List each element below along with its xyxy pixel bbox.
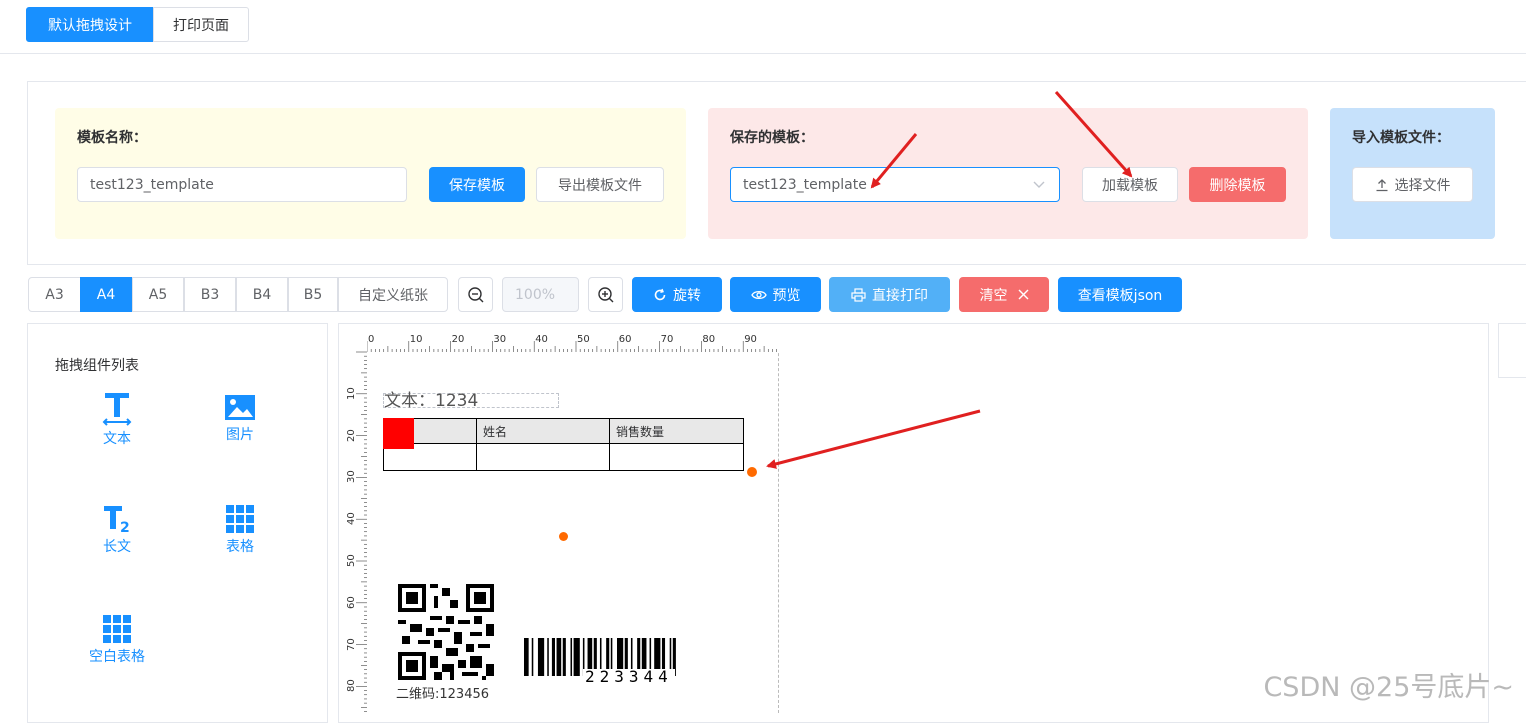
arrow <box>1054 91 1133 178</box>
arrow <box>870 133 918 189</box>
watermark: CSDN @25号底片~ <box>1263 672 1514 703</box>
annotation-arrows <box>766 91 1133 469</box>
arrow <box>766 409 981 469</box>
